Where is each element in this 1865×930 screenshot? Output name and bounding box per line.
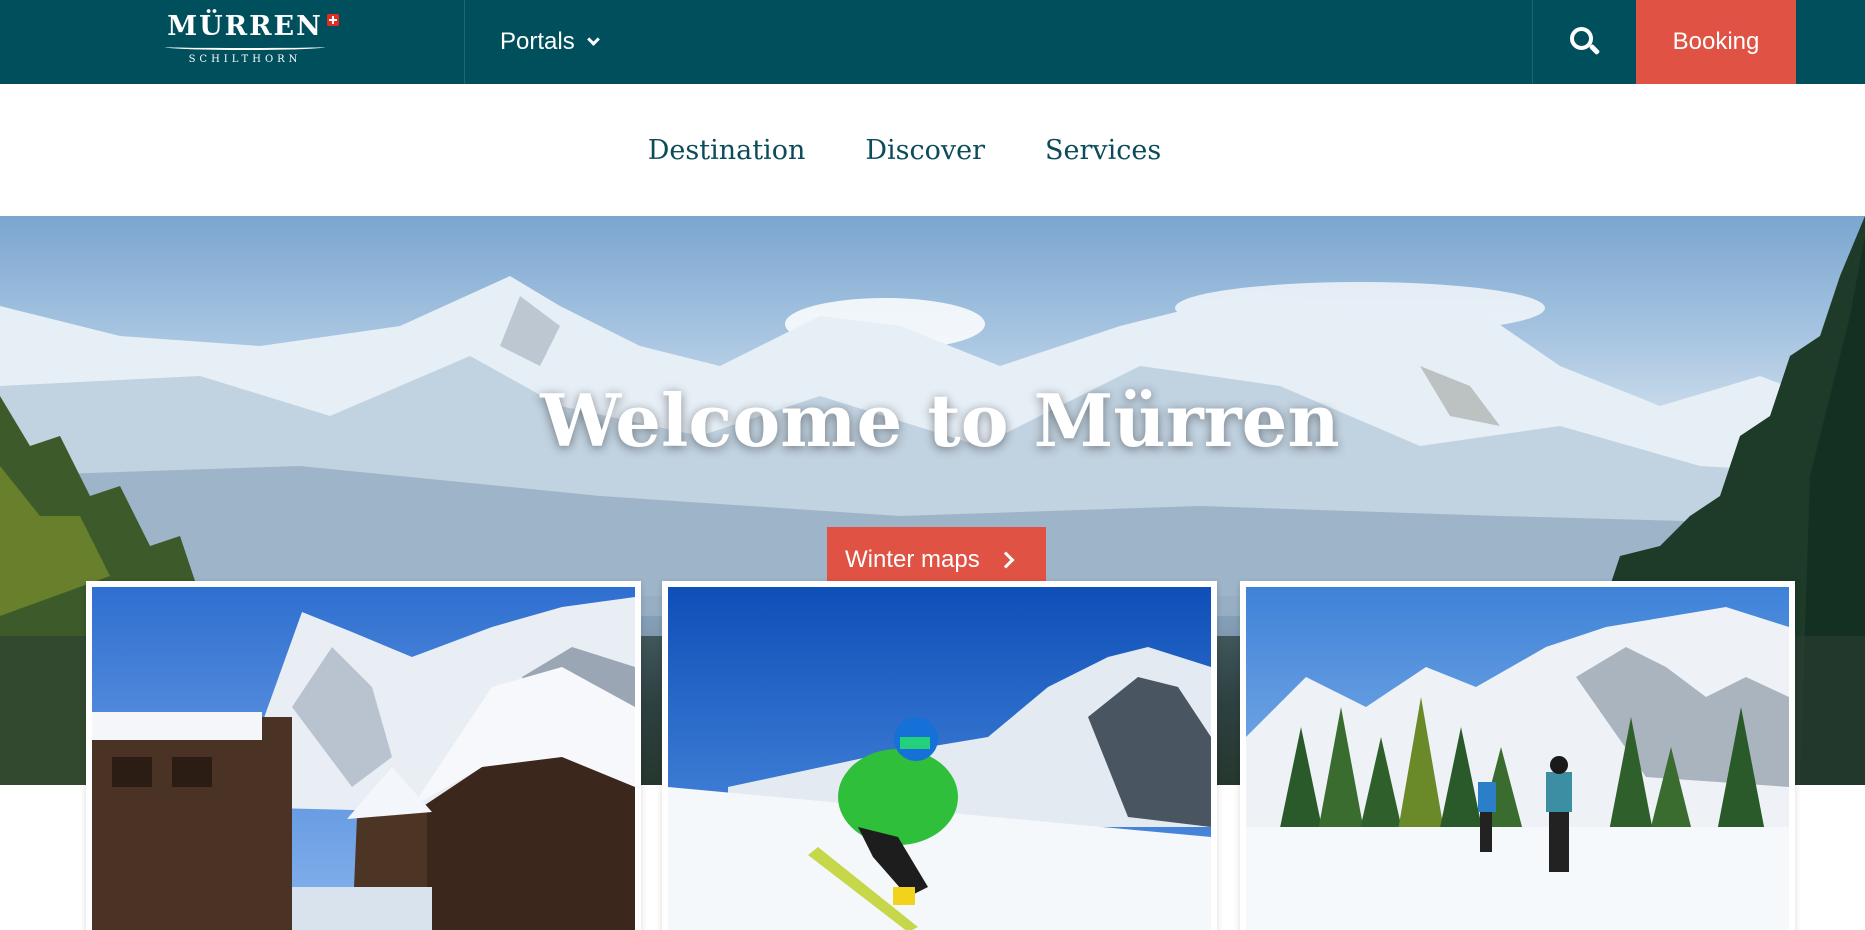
winter-maps-label: Winter maps bbox=[845, 546, 980, 573]
portals-dropdown[interactable]: Portals bbox=[500, 0, 600, 84]
chevron-down-icon bbox=[586, 33, 600, 46]
hero-title: Welcome to Mürren bbox=[540, 378, 1340, 463]
logo-swoosh bbox=[165, 44, 325, 50]
logo-subtitle: SCHILTHORN bbox=[188, 54, 302, 65]
top-bar: MÜRREN SCHILTHORN Portals Booking bbox=[0, 0, 1865, 84]
swiss-flag-icon bbox=[326, 14, 339, 26]
skier-image bbox=[668, 587, 1211, 930]
snowshoe-hikers-image bbox=[1246, 587, 1789, 930]
logo-wordmark: MÜRREN bbox=[167, 11, 323, 42]
booking-button[interactable]: Booking bbox=[1636, 0, 1796, 84]
nav-item-destination[interactable]: Destination bbox=[648, 135, 806, 166]
murren-schilthorn-logo[interactable]: MÜRREN SCHILTHORN bbox=[150, 10, 340, 72]
teaser-card-village[interactable] bbox=[86, 581, 641, 930]
nav-item-services[interactable]: Services bbox=[1045, 135, 1161, 166]
teaser-card-snowshoe[interactable] bbox=[1240, 581, 1795, 930]
chevron-right-icon bbox=[997, 551, 1015, 569]
teaser-card-skiing[interactable] bbox=[662, 581, 1217, 930]
portals-label: Portals bbox=[500, 28, 575, 55]
search-icon bbox=[1569, 27, 1600, 57]
header-divider bbox=[464, 0, 465, 84]
booking-label: Booking bbox=[1672, 28, 1760, 55]
search-button[interactable] bbox=[1533, 0, 1636, 84]
nav-item-discover[interactable]: Discover bbox=[865, 135, 985, 166]
main-navigation: Destination Discover Services bbox=[0, 84, 1865, 216]
village-chalets-image bbox=[92, 587, 635, 930]
